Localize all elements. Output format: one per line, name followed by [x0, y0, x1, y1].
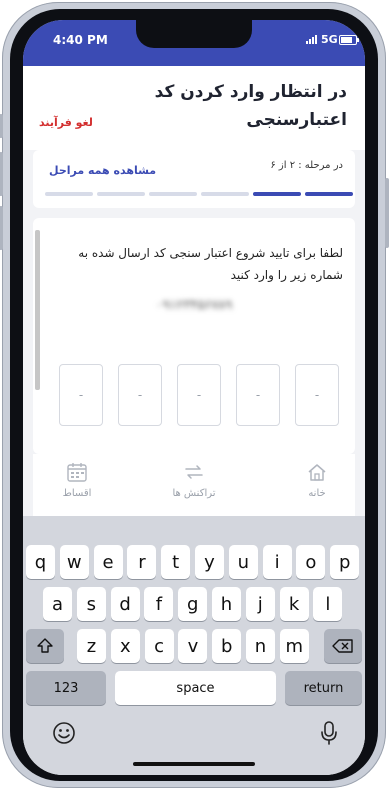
- masked-phone-number: ۰۹۱۲۳۴۵۶۷۸۹: [155, 298, 233, 313]
- key-w[interactable]: w: [59, 545, 89, 579]
- otp-digit-input[interactable]: -: [177, 364, 221, 426]
- otp-digit-input[interactable]: -: [118, 364, 162, 426]
- key-l[interactable]: l: [313, 587, 343, 621]
- step-counter: در مرحله : ۲ از ۶: [270, 160, 343, 171]
- power-button: [385, 178, 389, 248]
- on-screen-keyboard: qwertyuiop asdfghjkl zxcvbnm 123 space r…: [23, 516, 365, 775]
- view-all-steps-link[interactable]: مشاهده همه مراحل: [49, 164, 156, 177]
- step-bar: [305, 192, 353, 196]
- key-z[interactable]: z: [77, 629, 106, 663]
- key-k[interactable]: k: [279, 587, 309, 621]
- key-d[interactable]: d: [110, 587, 140, 621]
- status-time: 4:40 PM: [53, 33, 108, 47]
- step-bar: [45, 192, 93, 196]
- calendar-icon: [67, 463, 87, 482]
- key-q[interactable]: q: [26, 545, 55, 579]
- key-p[interactable]: p: [330, 545, 360, 579]
- nav-label-home: خانه: [308, 488, 326, 499]
- mute-switch: [0, 114, 3, 138]
- key-r[interactable]: r: [127, 545, 157, 579]
- battery-icon: [339, 35, 359, 45]
- step-bar: [149, 192, 197, 196]
- emoji-icon: [53, 722, 75, 744]
- key-y[interactable]: y: [195, 545, 224, 579]
- space-key[interactable]: space: [115, 671, 276, 705]
- key-a[interactable]: a: [43, 587, 72, 621]
- screen: 4:40 PM 5G در انتظار وارد کردن کد اعتبار…: [23, 20, 365, 775]
- dictation-key[interactable]: [319, 720, 339, 746]
- step-progress-card: در مرحله : ۲ از ۶ مشاهده همه مراحل: [33, 150, 355, 208]
- shift-icon: [37, 638, 53, 653]
- microphone-icon: [321, 721, 337, 745]
- status-bar: 4:40 PM 5G: [23, 20, 365, 66]
- otp-digit-input[interactable]: -: [236, 364, 280, 426]
- key-o[interactable]: o: [296, 545, 326, 579]
- volume-up-button: [0, 152, 3, 196]
- nav-item-home[interactable]: خانه: [277, 462, 357, 499]
- home-icon: [308, 464, 326, 481]
- nav-item-installments[interactable]: اقساط: [37, 462, 117, 499]
- otp-instruction: لطفا برای تایید شروع اعتبار سنجی کد ارسا…: [78, 246, 343, 282]
- nav-label-installments: اقساط: [62, 488, 92, 499]
- key-h[interactable]: h: [212, 587, 241, 621]
- signal-icon: [306, 35, 317, 44]
- backspace-key[interactable]: [324, 629, 362, 663]
- bottom-nav: اقساط تراکنش ها خانه: [33, 454, 355, 516]
- key-s[interactable]: s: [76, 587, 106, 621]
- page-header: در انتظار وارد کردن کد اعتبارسنجی لغو فر…: [23, 66, 365, 150]
- cancel-process-button[interactable]: لغو فرآیند: [39, 116, 93, 129]
- key-b[interactable]: b: [212, 629, 242, 663]
- step-bar: [97, 192, 145, 196]
- otp-digit-input[interactable]: -: [59, 364, 103, 426]
- otp-digit-input[interactable]: -: [295, 364, 339, 426]
- key-t[interactable]: t: [161, 545, 191, 579]
- notch: [136, 20, 252, 48]
- otp-inputs: - - - - -: [59, 364, 339, 426]
- key-m[interactable]: m: [279, 629, 309, 663]
- key-i[interactable]: i: [262, 545, 292, 579]
- return-key[interactable]: return: [285, 671, 362, 705]
- emoji-key[interactable]: [51, 720, 77, 746]
- key-x[interactable]: x: [110, 629, 140, 663]
- otp-card: لطفا برای تایید شروع اعتبار سنجی کد ارسا…: [33, 218, 355, 454]
- key-c[interactable]: c: [144, 629, 174, 663]
- key-u[interactable]: u: [228, 545, 258, 579]
- key-g[interactable]: g: [178, 587, 208, 621]
- home-indicator[interactable]: [133, 762, 255, 766]
- key-f[interactable]: f: [144, 587, 174, 621]
- key-j[interactable]: j: [245, 587, 275, 621]
- numbers-key[interactable]: 123: [26, 671, 106, 705]
- network-type: 5G: [321, 33, 338, 46]
- nav-label-transactions: تراکنش ها: [172, 488, 216, 499]
- step-bar: [253, 192, 301, 196]
- key-n[interactable]: n: [246, 629, 275, 663]
- transactions-icon: [185, 465, 203, 479]
- volume-down-button: [0, 206, 3, 250]
- nav-item-transactions[interactable]: تراکنش ها: [154, 462, 234, 499]
- key-v[interactable]: v: [178, 629, 208, 663]
- backspace-icon: [332, 639, 353, 653]
- step-bars: [45, 192, 353, 196]
- shift-key[interactable]: [26, 629, 64, 663]
- page-title: در انتظار وارد کردن کد اعتبارسنجی: [154, 82, 347, 130]
- key-e[interactable]: e: [93, 545, 123, 579]
- step-bar: [201, 192, 249, 196]
